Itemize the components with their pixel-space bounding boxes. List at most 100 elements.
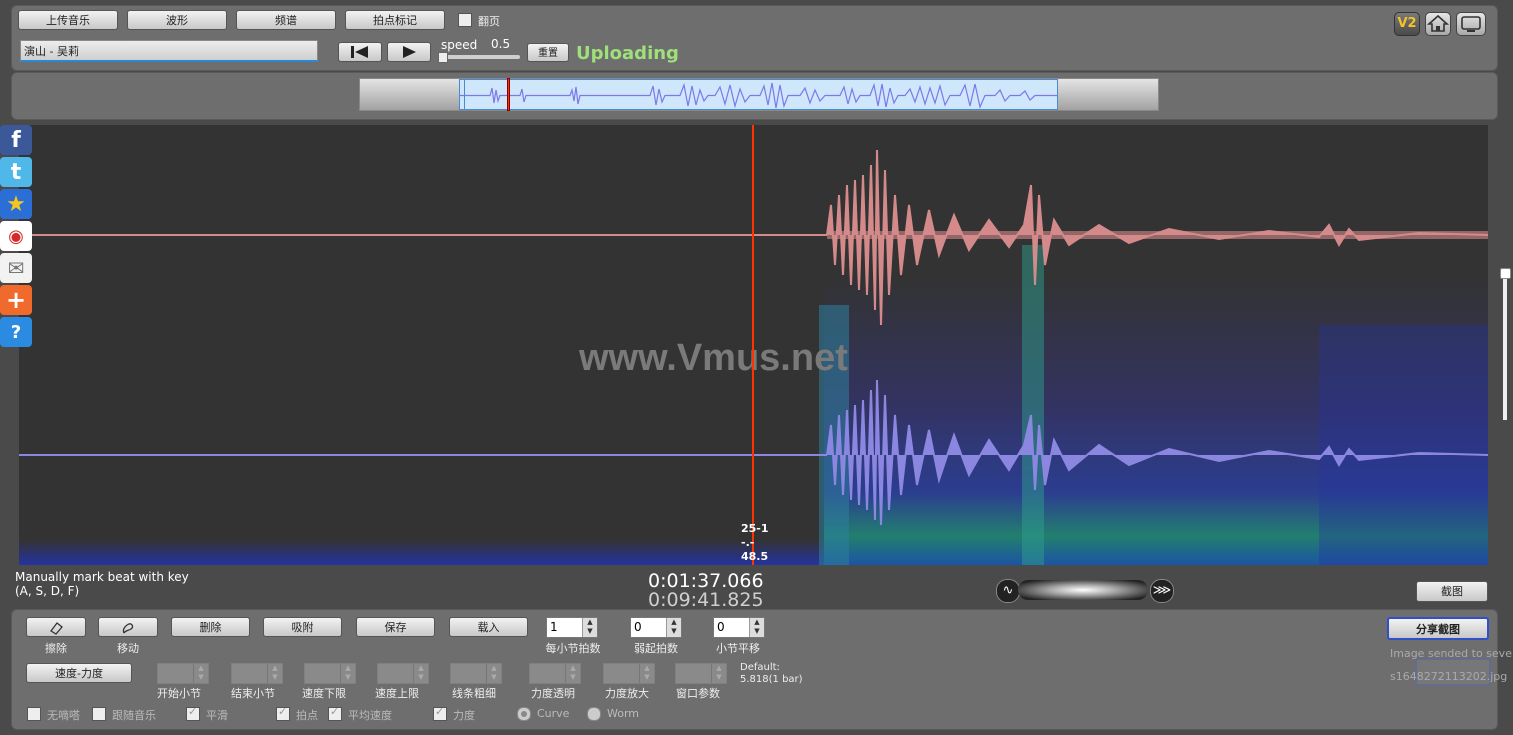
stepper-arrows-icon[interactable]: ▲ ▼ xyxy=(486,664,501,683)
waveform-view[interactable]: www.Vmus.net 25-1 -.- 48.5 xyxy=(19,125,1488,565)
add-share-button[interactable]: + xyxy=(0,285,32,315)
speed-lower-stepper[interactable]: ▲ ▼ xyxy=(304,663,356,684)
overview-window[interactable] xyxy=(459,79,1058,110)
force-checkbox[interactable] xyxy=(433,705,447,721)
worm-label: Worm xyxy=(607,707,640,720)
end-bar-label: 结束小节 xyxy=(231,687,275,700)
follow-music-checkbox[interactable] xyxy=(92,707,106,721)
force-zoom-stepper[interactable]: ▲ ▼ xyxy=(603,663,655,684)
stepper-arrows-icon[interactable]: ▲ ▼ xyxy=(711,664,726,683)
beat-point-checkbox[interactable] xyxy=(276,705,290,721)
reset-button[interactable]: 重置 xyxy=(527,43,569,62)
end-bar-stepper[interactable]: ▲ ▼ xyxy=(231,663,283,684)
speed-force-button[interactable]: 速度-力度 xyxy=(26,663,132,683)
stepper-arrows-icon[interactable]: ▲ ▼ xyxy=(666,618,681,637)
song-name-text: 演山 - 吴莉 xyxy=(24,45,79,58)
overview-waveform xyxy=(460,80,1057,109)
start-bar-label: 开始小节 xyxy=(157,687,201,700)
line-width-stepper[interactable]: ▲ ▼ xyxy=(450,663,502,684)
cursor-value: 48.5 xyxy=(741,550,769,563)
delete-button[interactable]: 删除 xyxy=(171,617,250,637)
bar-shift-label: 小节平移 xyxy=(716,642,760,655)
speed-slider[interactable] xyxy=(438,52,520,63)
waveform-button[interactable]: 波形 xyxy=(127,10,227,30)
spectrum-button[interactable]: 频谱 xyxy=(236,10,336,30)
home-icon xyxy=(1426,14,1450,32)
email-share-button[interactable]: ✉ xyxy=(0,253,32,283)
no-metronome-checkbox[interactable] xyxy=(27,707,41,721)
waveform-sparse-icon: ⋙ xyxy=(1150,579,1174,603)
vertical-zoom-handle[interactable] xyxy=(1500,268,1511,279)
speed-label: speed xyxy=(441,38,478,52)
stepper-arrows-icon[interactable]: ▲ ▼ xyxy=(267,664,282,683)
skip-back-icon xyxy=(351,46,368,58)
cursor-bar-beat: 25-1 xyxy=(741,522,769,535)
move-button[interactable] xyxy=(98,617,158,637)
screenshot-button[interactable]: 截图 xyxy=(1416,581,1488,602)
avg-speed-label: 平均速度 xyxy=(348,709,392,722)
pickup-beats-label: 弱起拍数 xyxy=(634,642,678,655)
force-label: 力度 xyxy=(453,709,475,722)
save-button[interactable]: 保存 xyxy=(356,617,435,637)
worm-radio[interactable] xyxy=(587,707,601,721)
hint-text: Manually mark beat with key (A, S, D, F) xyxy=(15,570,189,598)
speed-slider-handle[interactable] xyxy=(438,52,448,63)
v2-badge[interactable]: V2 xyxy=(1394,12,1420,36)
song-name-field[interactable]: 演山 - 吴莉 xyxy=(20,40,318,62)
avg-speed-checkbox[interactable] xyxy=(328,705,342,721)
beat-marking-button[interactable]: 拍点标记 xyxy=(345,10,445,30)
smooth-label: 平滑 xyxy=(206,709,228,722)
window-param-label: 窗口参数 xyxy=(676,687,720,700)
erase-label: 擦除 xyxy=(45,642,67,655)
stepper-arrows-icon[interactable]: ▲ ▼ xyxy=(582,618,597,637)
bar-shift-value: 0 xyxy=(717,620,725,634)
snap-button[interactable]: 吸附 xyxy=(263,617,342,637)
share-screenshot-button[interactable]: 分享截图 xyxy=(1387,617,1489,640)
stepper-arrows-icon[interactable]: ▲ ▼ xyxy=(193,664,208,683)
monitor-icon xyxy=(1461,16,1481,32)
default-info: Default: 5.818(1 bar) xyxy=(740,662,803,686)
bar-shift-stepper[interactable]: 0 ▲ ▼ xyxy=(713,617,765,638)
stepper-arrows-icon[interactable]: ▲ ▼ xyxy=(565,664,580,683)
erase-button[interactable] xyxy=(26,617,86,637)
start-bar-stepper[interactable]: ▲ ▼ xyxy=(157,663,209,684)
skip-back-button[interactable] xyxy=(338,42,382,62)
load-button[interactable]: 载入 xyxy=(449,617,528,637)
speed-upper-label: 速度上限 xyxy=(375,687,419,700)
pickup-beats-value: 0 xyxy=(634,620,642,634)
window-param-stepper[interactable]: ▲ ▼ xyxy=(675,663,727,684)
play-button[interactable] xyxy=(387,42,431,62)
scale-track[interactable] xyxy=(1018,580,1148,600)
fullscreen-button[interactable] xyxy=(1456,12,1486,36)
beats-per-bar-value: 1 xyxy=(550,620,558,634)
cursor-line[interactable] xyxy=(752,125,754,565)
facebook-share-button[interactable]: f xyxy=(0,125,32,155)
help-button[interactable]: ? xyxy=(0,317,32,347)
stepper-arrows-icon[interactable]: ▲ ▼ xyxy=(639,664,654,683)
hint-line1: Manually mark beat with key xyxy=(15,570,189,584)
twitter-share-button[interactable]: t xyxy=(0,157,32,187)
time-total: 0:09:41.825 xyxy=(648,589,764,611)
beats-per-bar-stepper[interactable]: 1 ▲ ▼ xyxy=(546,617,598,638)
stepper-arrows-icon[interactable]: ▲ ▼ xyxy=(340,664,355,683)
home-button[interactable] xyxy=(1425,12,1451,36)
force-zoom-label: 力度放大 xyxy=(605,687,649,700)
stepper-arrows-icon[interactable]: ▲ ▼ xyxy=(413,664,428,683)
pickup-beats-stepper[interactable]: 0 ▲ ▼ xyxy=(630,617,682,638)
beats-per-bar-label: 每小节拍数 xyxy=(545,642,601,655)
speed-upper-stepper[interactable]: ▲ ▼ xyxy=(377,663,429,684)
stepper-arrows-icon[interactable]: ▲ ▼ xyxy=(749,618,764,637)
page-flip-checkbox[interactable] xyxy=(458,13,472,27)
weibo-share-button[interactable]: ◉ xyxy=(0,221,32,251)
upload-music-button[interactable]: 上传音乐 xyxy=(18,10,118,30)
overview-playhead[interactable] xyxy=(507,78,510,111)
vertical-zoom-slider[interactable] xyxy=(1500,268,1511,420)
curve-radio[interactable] xyxy=(517,707,531,721)
eraser-icon xyxy=(50,622,63,635)
force-transparency-stepper[interactable]: ▲ ▼ xyxy=(529,663,581,684)
move-icon xyxy=(122,623,134,634)
favorite-button[interactable]: ★ xyxy=(0,189,32,219)
waveform-scale-slider[interactable]: ∿ ⋙ xyxy=(996,579,1174,603)
smooth-checkbox[interactable] xyxy=(186,705,200,721)
move-label: 移动 xyxy=(117,642,139,655)
